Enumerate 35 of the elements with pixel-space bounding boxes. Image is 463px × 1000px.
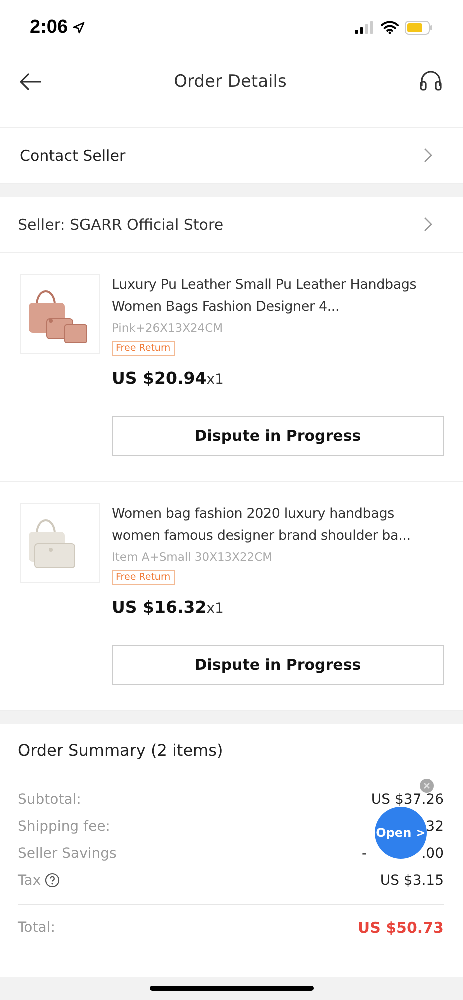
page-title: Order Details [174,72,287,92]
chevron-right-icon [424,217,433,232]
headset-icon[interactable] [419,70,443,92]
total-label: Total: [18,920,56,936]
summary-label: Seller Savings [18,846,117,862]
free-return-tag: Free Return [112,341,175,356]
status-time: 2:06 [30,16,68,38]
product-price: US $16.32x1 [112,598,225,617]
seller-name: Seller: SGARR Official Store [18,216,224,234]
dispute-button[interactable]: Dispute in Progress [112,416,444,456]
summary-value: - [362,846,368,862]
back-icon[interactable] [20,72,42,90]
total-value: US $50.73 [358,919,444,937]
summary-label: Subtotal: [18,792,82,808]
dispute-button[interactable]: Dispute in Progress [112,645,444,685]
product-variant: Item A+Small 30X13X22CM [112,550,274,564]
summary-value: US $37.26 [371,792,444,808]
wifi-icon [381,21,399,34]
chevron-right-icon [424,148,433,163]
product-title[interactable]: Women bag fashion 2020 luxury handbags women famous designer brand shoulder ba... [112,503,444,547]
summary-value: 32 [426,818,444,834]
summary-value: US $3.15 [380,872,444,888]
product-price: US $20.94x1 [112,369,225,388]
location-icon [73,22,86,34]
row-label: Contact Seller [20,146,126,164]
seller-row[interactable]: Seller: SGARR Official Store [0,197,463,253]
product-title[interactable]: Luxury Pu Leather Small Pu Leather Handbags Women Bags Fashion Designer 4... [112,274,444,318]
help-icon[interactable] [45,873,60,888]
signal-icon [355,21,375,34]
free-return-tag: Free Return [112,570,175,585]
battery-icon [405,20,433,34]
product-variant: Pink+26X13X24CM [112,321,224,335]
summary-label: Shipping fee: [18,818,110,834]
summary-title: Order Summary (2 items) [18,741,224,760]
summary-label: Tax [18,872,42,888]
